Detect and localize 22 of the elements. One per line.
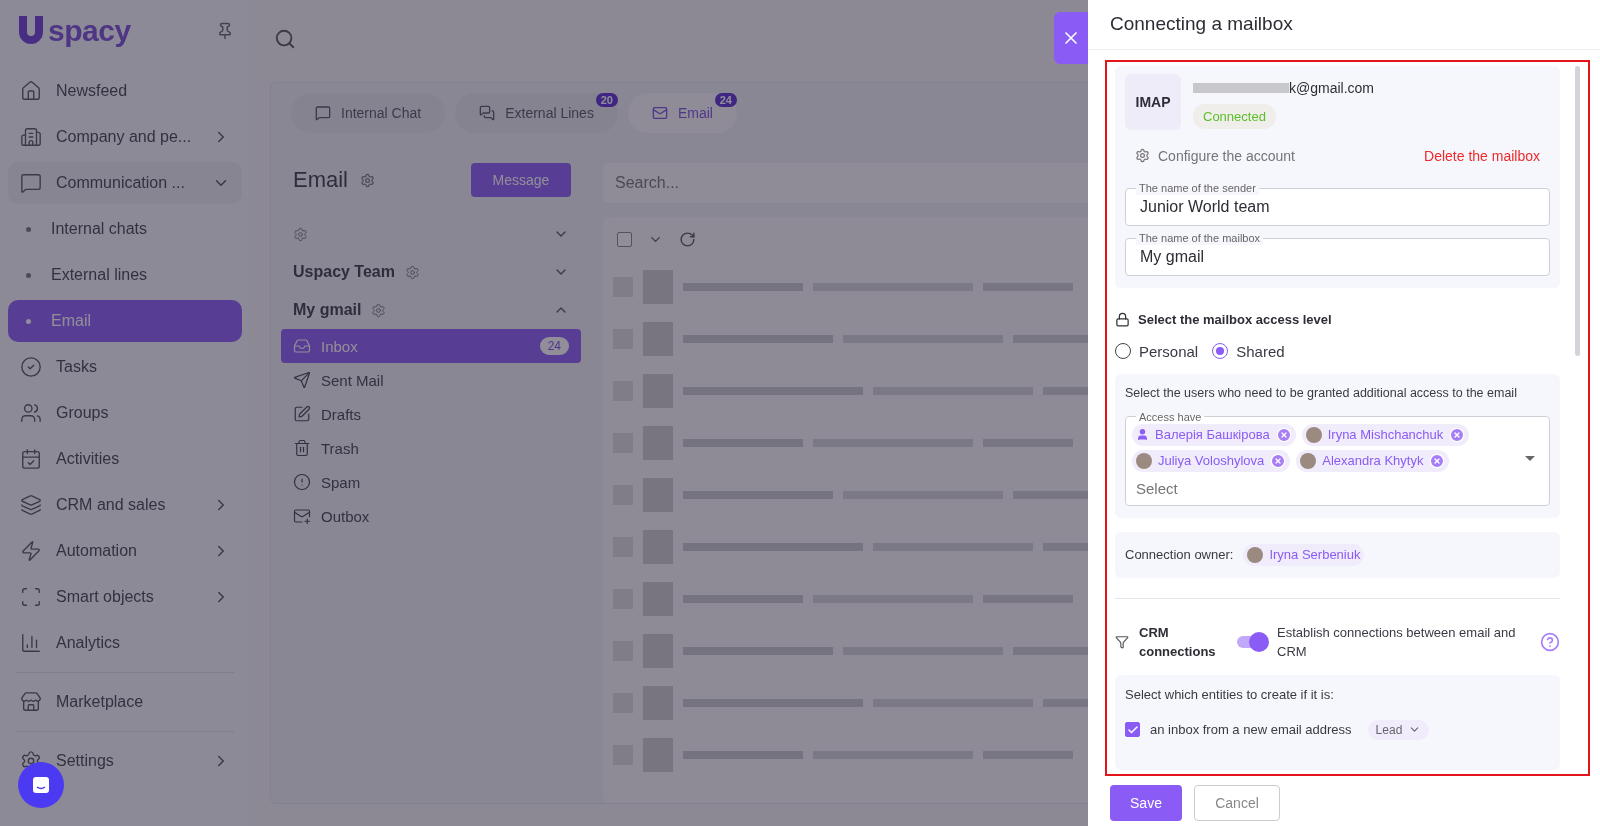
user-chip: Juliya Voloshylova: [1132, 449, 1291, 472]
protocol-label: IMAP: [1125, 73, 1181, 130]
hint-text: Select the users who need to be granted additional access to the email: [1125, 385, 1518, 400]
user-chip: Iryna Serbeniuk: [1243, 543, 1365, 566]
section-title: CRM connections: [1139, 623, 1217, 661]
user-chip: Alexandra Khytyk: [1296, 449, 1450, 472]
count-badge: 20: [595, 93, 618, 107]
description-text: Establish connections between email and CRM: [1277, 623, 1517, 661]
hint-text: Select which entities to create if it is:: [1125, 686, 1335, 702]
page-title: Email: [293, 167, 348, 193]
count-badge: 24: [539, 337, 569, 355]
status-badge: Connected: [1193, 103, 1276, 129]
checkbox-label: an inbox from a new email address: [1150, 722, 1352, 738]
field-label: Access have: [1138, 409, 1203, 424]
email-address: k@gmail.com: [1289, 79, 1374, 96]
count-badge: 24: [714, 93, 737, 107]
logo-text: spacy: [48, 14, 131, 48]
user-chip: Iryna Mishchanchuk: [1301, 423, 1470, 446]
section-title: Select the mailbox access level: [1138, 311, 1332, 327]
user-chip: Валерія Башкірова: [1132, 423, 1296, 446]
owner-label: Connection owner:: [1125, 547, 1234, 563]
drawer-title: Connecting a mailbox: [1088, 0, 1600, 50]
